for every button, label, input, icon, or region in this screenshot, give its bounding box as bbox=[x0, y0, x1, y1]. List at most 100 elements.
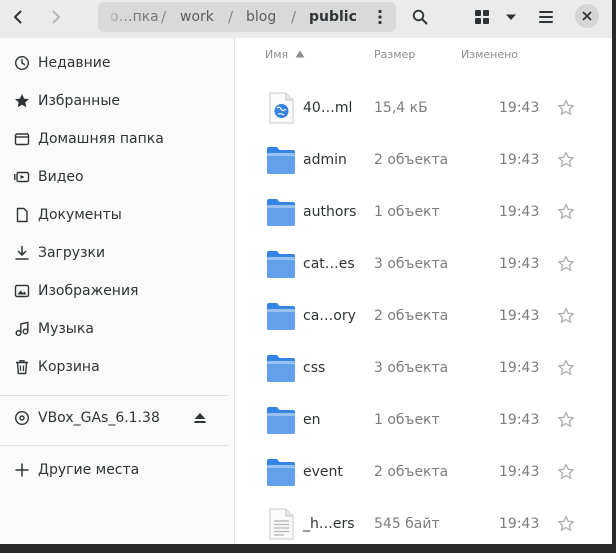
file-size: 3 объекта bbox=[374, 256, 449, 272]
path-crumb-blog[interactable]: blog bbox=[246, 2, 276, 32]
star-icon[interactable] bbox=[557, 463, 575, 481]
file-row[interactable]: _h…ers 545 байт 19:43 bbox=[235, 498, 612, 544]
file-row[interactable]: en 1 объект 19:43 bbox=[235, 394, 612, 446]
recent-icon bbox=[14, 55, 30, 71]
file-row[interactable]: event 2 объекта 19:43 bbox=[235, 446, 612, 498]
folder-icon bbox=[267, 147, 295, 174]
view-grid-button[interactable] bbox=[468, 3, 496, 31]
sidebar-item-documents[interactable]: Документы bbox=[0, 196, 233, 234]
file-name: ca…ory bbox=[303, 308, 356, 324]
sidebar-item-label: Корзина bbox=[38, 359, 100, 375]
sidebar-item-video[interactable]: Видео bbox=[0, 158, 233, 196]
path-crumb-work[interactable]: work bbox=[180, 2, 214, 32]
path-bar: о…пка / work / blog / public bbox=[98, 2, 396, 32]
sidebar-separator bbox=[0, 395, 228, 396]
file-row[interactable]: admin 2 объекта 19:43 bbox=[235, 134, 612, 186]
sidebar-item-device[interactable]: VBox_GAs_6.1.38 bbox=[0, 399, 233, 437]
file-name: _h…ers bbox=[303, 516, 355, 532]
path-separator: / bbox=[161, 8, 167, 26]
home-icon bbox=[14, 133, 30, 146]
folder-icon bbox=[267, 355, 295, 382]
star-icon[interactable] bbox=[557, 515, 575, 533]
file-name: 40…ml bbox=[303, 100, 353, 116]
star-icon[interactable] bbox=[557, 255, 575, 273]
sidebar-item-label: Видео bbox=[38, 169, 84, 185]
documents-icon bbox=[16, 207, 28, 223]
sidebar-item-home[interactable]: Домашняя папка bbox=[0, 120, 233, 158]
music-icon bbox=[15, 321, 29, 336]
file-modified: 19:43 bbox=[499, 360, 540, 376]
file-list: Имя Размер Изменено 40…ml 15,4 кБ 19:43 … bbox=[235, 38, 612, 544]
path-separator: / bbox=[291, 8, 297, 26]
star-icon[interactable] bbox=[557, 359, 575, 377]
sort-ascending-icon bbox=[295, 50, 305, 58]
sidebar-item-music[interactable]: Музыка bbox=[0, 310, 233, 348]
file-row[interactable]: css 3 объекта 19:43 bbox=[235, 342, 612, 394]
sidebar-item-downloads[interactable]: Загрузки bbox=[0, 234, 233, 272]
eject-button[interactable] bbox=[192, 410, 208, 426]
star-icon[interactable] bbox=[557, 99, 575, 117]
forward-button[interactable] bbox=[40, 3, 72, 31]
file-size: 2 объекта bbox=[374, 464, 449, 480]
starred-icon bbox=[15, 94, 29, 108]
trash-icon bbox=[16, 360, 28, 375]
sidebar-item-pictures[interactable]: Изображения bbox=[0, 272, 233, 310]
sidebar-item-label: VBox_GAs_6.1.38 bbox=[38, 410, 160, 426]
file-size: 1 объект bbox=[374, 204, 440, 220]
sidebar: Недавние Избранные Домашняя папка Видео … bbox=[0, 38, 235, 544]
file-row[interactable]: cat…es 3 объекта 19:43 bbox=[235, 238, 612, 290]
disc-icon bbox=[14, 410, 30, 426]
file-size: 545 байт bbox=[374, 516, 440, 532]
back-button[interactable] bbox=[2, 3, 34, 31]
file-size: 2 объекта bbox=[374, 152, 449, 168]
star-icon[interactable] bbox=[557, 411, 575, 429]
path-crumb-public[interactable]: public bbox=[309, 2, 357, 32]
column-header-name[interactable]: Имя bbox=[265, 48, 305, 61]
folder-icon bbox=[267, 407, 295, 434]
star-icon[interactable] bbox=[557, 151, 575, 169]
file-name: event bbox=[303, 464, 343, 480]
star-icon[interactable] bbox=[557, 307, 575, 325]
file-modified: 19:43 bbox=[499, 256, 540, 272]
star-icon[interactable] bbox=[557, 203, 575, 221]
file-modified: 19:43 bbox=[499, 152, 540, 168]
open-menu-icon bbox=[539, 11, 553, 23]
file-name: admin bbox=[303, 152, 347, 168]
header-bar: о…пка / work / blog / public bbox=[0, 0, 612, 38]
path-menu-button[interactable] bbox=[364, 2, 396, 32]
sidebar-item-recent[interactable]: Недавние bbox=[0, 44, 233, 82]
sidebar-item-other-locations[interactable]: Другие места bbox=[0, 451, 233, 489]
file-name: css bbox=[303, 360, 326, 376]
file-size: 3 объекта bbox=[374, 360, 449, 376]
sidebar-separator bbox=[0, 445, 228, 446]
file-size: 1 объект bbox=[374, 412, 440, 428]
file-size: 2 объекта bbox=[374, 308, 449, 324]
folder-icon bbox=[267, 251, 295, 278]
file-modified: 19:43 bbox=[499, 100, 540, 116]
column-header-modified[interactable]: Изменено bbox=[461, 48, 518, 61]
folder-icon bbox=[267, 303, 295, 330]
sidebar-item-label: Изображения bbox=[38, 283, 139, 299]
view-options-button[interactable] bbox=[498, 3, 524, 31]
sidebar-item-starred[interactable]: Избранные bbox=[0, 82, 233, 120]
file-modified: 19:43 bbox=[499, 412, 540, 428]
eject-icon bbox=[194, 413, 206, 423]
search-icon bbox=[412, 9, 428, 25]
file-row[interactable]: 40…ml 15,4 кБ 19:43 bbox=[235, 82, 612, 134]
file-modified: 19:43 bbox=[499, 464, 540, 480]
sidebar-item-label: Документы bbox=[38, 207, 122, 223]
folder-icon bbox=[267, 199, 295, 226]
text-file-icon bbox=[269, 508, 294, 540]
main-menu-button[interactable] bbox=[530, 3, 562, 31]
pan-down-icon bbox=[506, 14, 516, 20]
folder-icon bbox=[267, 459, 295, 486]
file-row[interactable]: ca…ory 2 объекта 19:43 bbox=[235, 290, 612, 342]
close-button[interactable] bbox=[575, 4, 599, 28]
column-header-size[interactable]: Размер bbox=[374, 48, 415, 61]
file-size: 15,4 кБ bbox=[374, 100, 428, 116]
file-row[interactable]: authors 1 объект 19:43 bbox=[235, 186, 612, 238]
close-icon bbox=[582, 11, 592, 21]
search-button[interactable] bbox=[404, 3, 436, 31]
file-name: en bbox=[303, 412, 321, 428]
sidebar-item-trash[interactable]: Корзина bbox=[0, 348, 233, 386]
